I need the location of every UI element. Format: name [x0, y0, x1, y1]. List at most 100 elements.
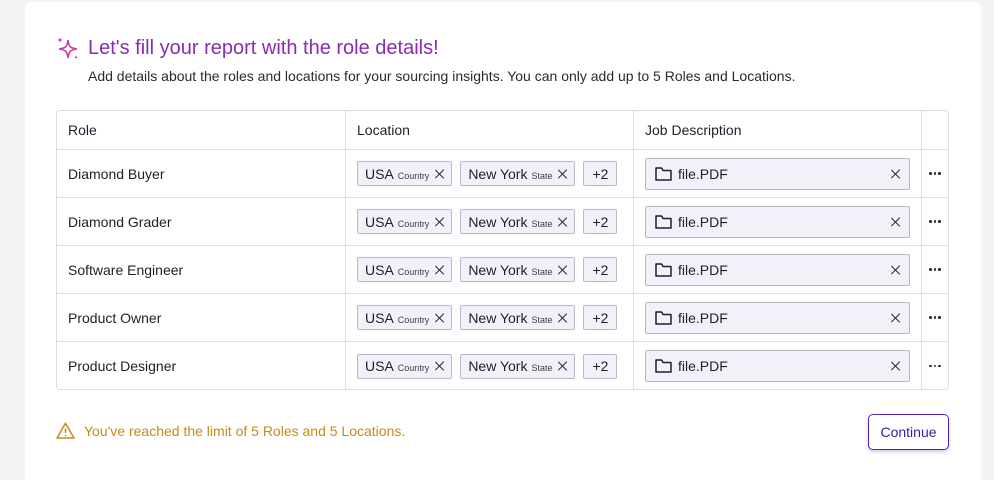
close-icon[interactable]	[891, 361, 901, 371]
role-name: Diamond Grader	[57, 198, 346, 245]
file-name: file.PDF	[678, 213, 728, 230]
row-actions	[922, 150, 948, 197]
column-header-location: Location	[346, 111, 634, 149]
country-chip-label: USA	[365, 261, 394, 278]
state-chip-label: New York	[468, 309, 528, 326]
more-horizontal-icon[interactable]	[929, 172, 941, 175]
close-icon[interactable]	[558, 361, 568, 371]
role-name: Product Designer	[57, 342, 346, 390]
more-horizontal-icon[interactable]	[929, 316, 941, 319]
limit-warning: You've reached the limit of 5 Roles and …	[56, 422, 405, 439]
close-icon[interactable]	[891, 217, 901, 227]
file-name: file.PDF	[678, 261, 728, 278]
page-title: Let's fill your report with the role det…	[88, 37, 439, 59]
folder-icon	[655, 359, 672, 373]
column-header-role: Role	[57, 111, 346, 149]
more-locations-chip[interactable]: +2	[583, 161, 618, 186]
state-chip[interactable]: New York State	[460, 305, 576, 330]
country-chip-type: Country	[397, 363, 430, 373]
location-cell: USA Country New York State +2	[346, 342, 634, 390]
roles-table: Role Location Job Description Diamond Bu…	[56, 110, 949, 390]
more-locations-chip[interactable]: +2	[583, 305, 618, 330]
country-chip[interactable]: USA Country	[357, 257, 453, 282]
job-description-cell: file.PDF	[634, 150, 922, 197]
folder-icon	[655, 166, 672, 181]
close-icon[interactable]	[891, 265, 901, 275]
close-icon[interactable]	[891, 169, 901, 179]
close-icon[interactable]	[558, 217, 568, 227]
page-subtitle: Add details about the roles and location…	[88, 68, 796, 84]
table-header-row: Role Location Job Description	[57, 111, 948, 150]
close-icon[interactable]	[891, 313, 901, 323]
close-icon[interactable]	[435, 361, 445, 371]
country-chip[interactable]: USA Country	[357, 209, 453, 234]
state-chip-type: State	[531, 266, 553, 277]
close-icon[interactable]	[435, 169, 445, 179]
row-actions	[922, 198, 948, 245]
more-horizontal-icon[interactable]	[929, 220, 941, 223]
state-chip-type: State	[531, 218, 553, 229]
file-attachment[interactable]: file.PDF	[645, 350, 910, 382]
row-actions	[922, 294, 948, 341]
state-chip-type: State	[531, 363, 553, 373]
state-chip[interactable]: New York State	[460, 161, 576, 186]
folder-icon	[655, 310, 672, 325]
close-icon[interactable]	[435, 265, 445, 275]
country-chip[interactable]: USA Country	[357, 161, 453, 186]
file-attachment[interactable]: file.PDF	[645, 253, 910, 286]
state-chip-label: New York	[468, 213, 528, 230]
close-icon[interactable]	[435, 313, 445, 323]
row-actions	[922, 246, 948, 293]
table-row: Diamond Buyer USA Country New York State…	[57, 150, 948, 198]
state-chip[interactable]: New York State	[460, 209, 576, 234]
location-cell: USA Country New York State +2	[346, 150, 634, 197]
country-chip-label: USA	[365, 309, 394, 326]
state-chip-type: State	[531, 314, 553, 325]
table-row: Software Engineer USA Country New York S…	[57, 246, 948, 294]
country-chip-type: Country	[397, 314, 430, 325]
country-chip-label: USA	[365, 213, 394, 230]
more-horizontal-icon[interactable]	[929, 268, 941, 271]
state-chip[interactable]: New York State	[460, 353, 576, 379]
column-header-job-description: Job Description	[634, 111, 922, 149]
state-chip[interactable]: New York State	[460, 257, 576, 282]
file-name: file.PDF	[678, 165, 728, 182]
country-chip-label: USA	[365, 165, 394, 182]
location-cell: USA Country New York State +2	[346, 198, 634, 245]
job-description-cell: file.PDF	[634, 246, 922, 293]
table-row: Diamond Grader USA Country New York Stat…	[57, 198, 948, 246]
country-chip-type: Country	[397, 266, 430, 277]
close-icon[interactable]	[558, 169, 568, 179]
folder-icon	[655, 214, 672, 229]
state-chip-type: State	[531, 170, 553, 181]
more-locations-chip[interactable]: +2	[583, 257, 618, 282]
job-description-cell: file.PDF	[634, 294, 922, 341]
file-attachment[interactable]: file.PDF	[645, 205, 910, 238]
continue-button[interactable]: Continue	[868, 414, 949, 450]
location-cell: USA Country New York State +2	[346, 246, 634, 293]
file-name: file.PDF	[678, 358, 728, 374]
more-locations-chip[interactable]: +2	[583, 209, 618, 234]
close-icon[interactable]	[435, 217, 445, 227]
sparkle-icon	[57, 37, 78, 60]
role-name: Software Engineer	[57, 246, 346, 293]
job-description-cell: file.PDF	[634, 342, 922, 390]
close-icon[interactable]	[558, 265, 568, 275]
country-chip[interactable]: USA Country	[357, 353, 453, 379]
state-chip-label: New York	[468, 165, 528, 182]
table-row: Product Designer USA Country New York St…	[57, 342, 948, 390]
state-chip-label: New York	[468, 358, 528, 374]
more-locations-chip[interactable]: +2	[583, 353, 618, 379]
file-attachment[interactable]: file.PDF	[645, 301, 910, 334]
file-attachment[interactable]: file.PDF	[645, 157, 910, 190]
job-description-cell: file.PDF	[634, 198, 922, 245]
folder-icon	[655, 262, 672, 277]
country-chip-type: Country	[397, 218, 430, 229]
role-name: Product Owner	[57, 294, 346, 341]
more-horizontal-icon[interactable]	[929, 364, 941, 368]
country-chip[interactable]: USA Country	[357, 305, 453, 330]
table-row: Product Owner USA Country New York State…	[57, 294, 948, 342]
close-icon[interactable]	[558, 313, 568, 323]
warning-icon	[56, 422, 75, 439]
state-chip-label: New York	[468, 261, 528, 278]
